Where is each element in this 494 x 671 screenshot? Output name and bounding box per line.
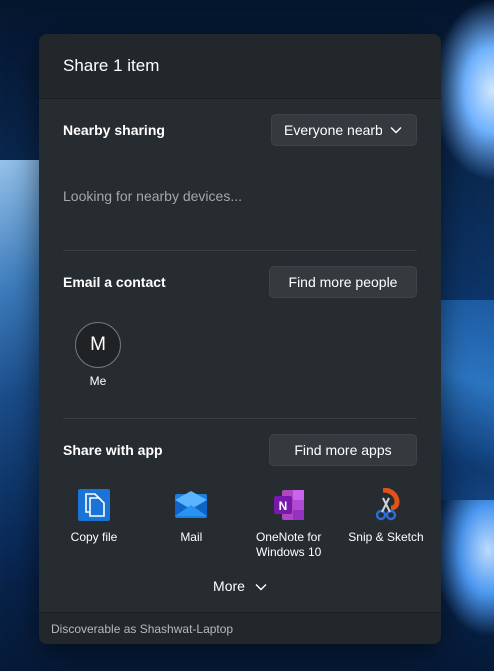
nearby-sharing-dropdown[interactable]: Everyone nearby bbox=[271, 114, 417, 146]
app-mail[interactable]: Mail bbox=[144, 488, 238, 560]
app-onenote[interactable]: N OneNote for Windows 10 bbox=[242, 488, 336, 560]
app-label: Snip & Sketch bbox=[348, 530, 424, 544]
app-copy-file[interactable]: Copy file bbox=[47, 488, 141, 560]
app-label: OneNote for Windows 10 bbox=[255, 530, 322, 559]
svg-text:N: N bbox=[278, 499, 287, 513]
mail-icon bbox=[175, 491, 208, 518]
background-landscape-right bbox=[439, 300, 494, 500]
find-more-apps-button[interactable]: Find more apps bbox=[269, 434, 417, 466]
app-label: Copy file bbox=[70, 530, 118, 544]
onenote-icon: N bbox=[273, 490, 304, 520]
nearby-sharing-label: Nearby sharing bbox=[63, 122, 165, 138]
more-apps-button[interactable]: More bbox=[39, 578, 441, 594]
apps-list: Copy file Mail N OneNote for Windows 10 bbox=[39, 488, 441, 560]
nearby-status: Looking for nearby devices... bbox=[63, 188, 242, 204]
chevron-down-icon bbox=[255, 578, 267, 594]
email-section: Email a contact Find more people M Me bbox=[39, 251, 441, 388]
email-contact-label: Email a contact bbox=[63, 274, 166, 290]
contact-me[interactable]: M Me bbox=[73, 322, 123, 388]
nearby-dropdown-value: Everyone nearby bbox=[284, 122, 382, 138]
nearby-section: Nearby sharing Everyone nearby Looking f… bbox=[39, 99, 441, 204]
app-label: Mail bbox=[180, 530, 203, 544]
share-dialog: Share 1 item Nearby sharing Everyone nea… bbox=[39, 34, 441, 644]
share-with-app-label: Share with app bbox=[63, 442, 163, 458]
avatar: M bbox=[75, 322, 121, 368]
dialog-header: Share 1 item bbox=[39, 34, 441, 99]
discoverable-footer: Discoverable as Shashwat-Laptop bbox=[39, 612, 441, 644]
find-more-people-button[interactable]: Find more people bbox=[269, 266, 417, 298]
contact-name: Me bbox=[89, 374, 107, 388]
snip-sketch-icon bbox=[375, 488, 400, 521]
apps-section: Share with app Find more apps bbox=[39, 419, 441, 466]
chevron-down-icon bbox=[390, 126, 402, 134]
app-snip-sketch[interactable]: Snip & Sketch bbox=[339, 488, 433, 560]
copy-file-icon bbox=[78, 489, 110, 521]
more-label: More bbox=[213, 578, 245, 594]
discoverable-text: Discoverable as Shashwat-Laptop bbox=[51, 621, 234, 636]
contacts-list: M Me bbox=[73, 322, 417, 388]
dialog-title: Share 1 item bbox=[63, 56, 160, 75]
